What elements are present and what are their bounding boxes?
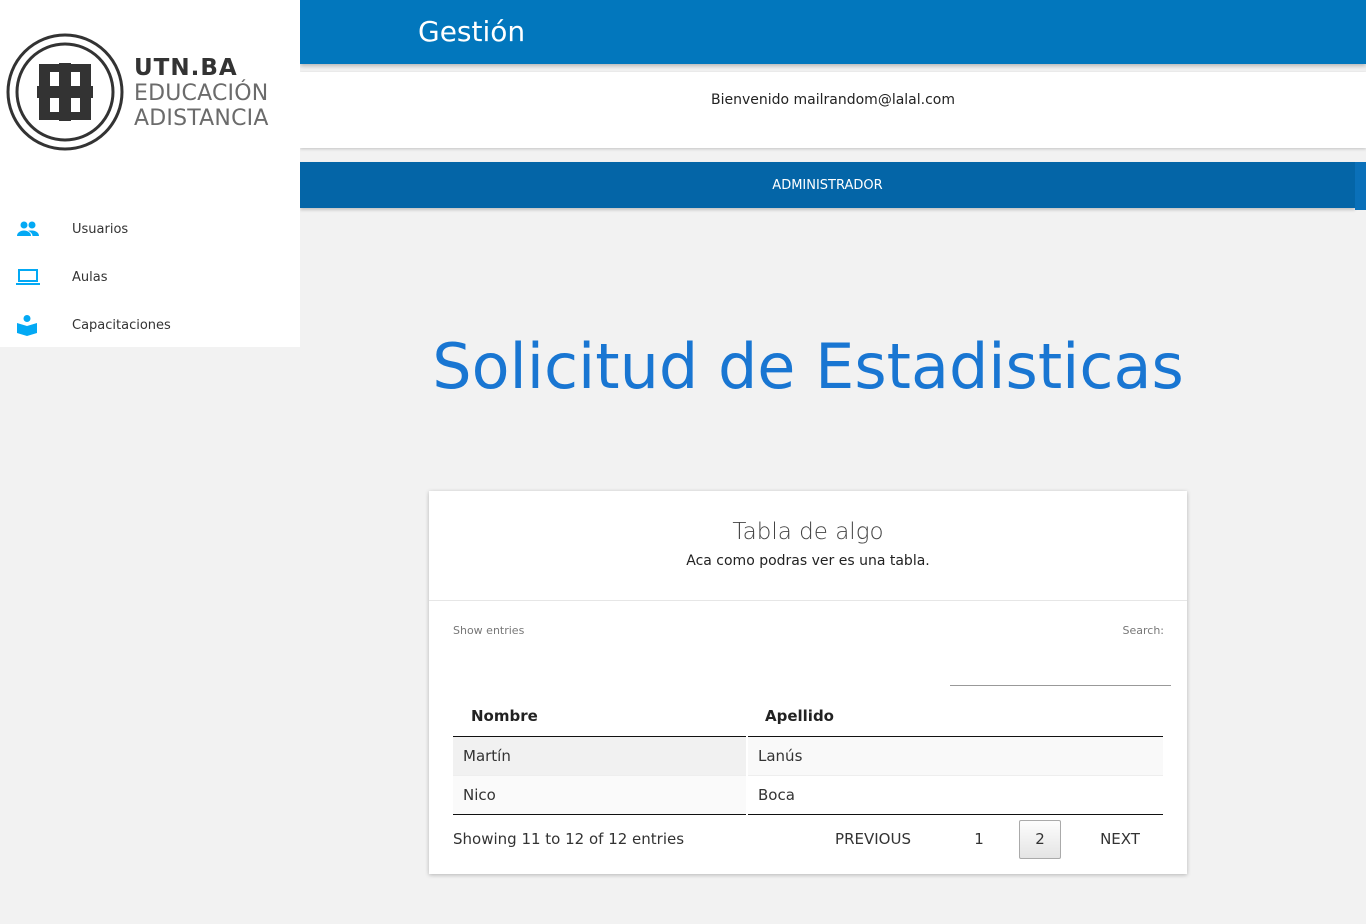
search-label: Search:	[1122, 624, 1165, 637]
table-header-row: Nombre Apellido	[453, 698, 1163, 737]
app-header: Gestión	[300, 0, 1366, 64]
book-reader-icon	[0, 314, 72, 336]
sidebar-item-label: Usuarios	[72, 221, 129, 237]
sidebar: UTN.BA EDUCACIÓN ADISTANCIA Usuarios Aul…	[0, 0, 300, 347]
table-cell-nombre: Nico	[453, 775, 747, 815]
table-info: Showing 11 to 12 of 12 entries	[453, 830, 685, 848]
laptop-icon	[0, 268, 72, 286]
app-title: Gestión	[418, 15, 526, 48]
utn-logo: UTN.BA EDUCACIÓN ADISTANCIA	[6, 31, 296, 155]
role-bar-edge	[1355, 162, 1366, 210]
role-bar[interactable]: ADMINISTRADOR	[300, 162, 1355, 208]
column-header-nombre[interactable]: Nombre	[453, 698, 747, 737]
sidebar-item-label: Aulas	[72, 269, 108, 285]
sidebar-item-aulas[interactable]: Aulas	[0, 253, 300, 301]
table-card: Tabla de algo Aca como podras ver es una…	[429, 491, 1187, 874]
logo-line-educacion: EDUCACIÓN	[134, 81, 269, 106]
page-button-2-current[interactable]: 2	[1019, 819, 1061, 859]
welcome-message: Bienvenido mailrandom@lalal.com	[300, 72, 1366, 148]
sidebar-nav: Usuarios Aulas Capacitaciones	[0, 205, 300, 349]
data-table: Nombre Apellido Martín Lanús Nico Boca	[453, 698, 1163, 815]
sidebar-item-capacitaciones[interactable]: Capacitaciones	[0, 301, 300, 349]
table-cell-apellido: Lanús	[746, 736, 1163, 776]
table-cell-nombre: Martín	[453, 736, 747, 776]
logo-line-utnba: UTN.BA	[134, 55, 238, 81]
table-cell-apellido: Boca	[746, 775, 1163, 815]
show-entries-label: Show entries	[453, 624, 525, 637]
search-input[interactable]	[950, 661, 1171, 686]
people-icon	[0, 220, 72, 238]
sidebar-item-usuarios[interactable]: Usuarios	[0, 205, 300, 253]
page-title: Solicitud de Estadisticas	[432, 330, 1184, 403]
card-header: Tabla de algo Aca como podras ver es una…	[429, 491, 1187, 601]
previous-page-button[interactable]: PREVIOUS	[819, 830, 927, 848]
page-button-1[interactable]: 1	[939, 830, 1019, 848]
table-row: Martín Lanús	[453, 736, 1163, 776]
table-row: Nico Boca	[453, 775, 1163, 815]
column-header-apellido[interactable]: Apellido	[747, 698, 1163, 737]
pagination: PREVIOUS 1 2 NEXT	[819, 819, 1160, 859]
sidebar-item-label: Capacitaciones	[72, 317, 171, 333]
logo-line-adistancia: ADISTANCIA	[134, 106, 269, 131]
card-subtitle: Aca como podras ver es una tabla.	[686, 553, 930, 569]
card-title: Tabla de algo	[732, 519, 884, 545]
utn-emblem-icon	[6, 33, 124, 151]
next-page-button[interactable]: NEXT	[1080, 830, 1160, 848]
